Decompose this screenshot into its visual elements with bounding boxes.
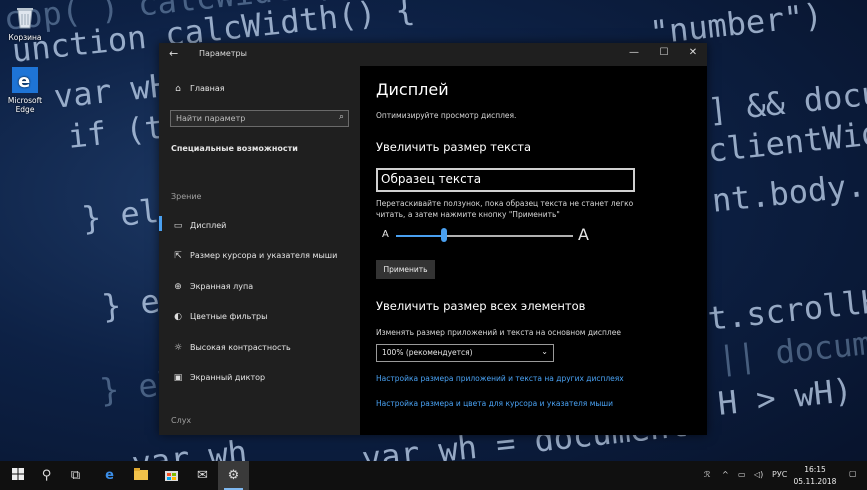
- recycle-bin-icon: [11, 4, 39, 30]
- cursor-icon: ⇱: [174, 251, 182, 261]
- taskbar-store[interactable]: [156, 461, 187, 490]
- sidebar-section-hearing: Слух: [171, 416, 192, 425]
- taskbar-settings[interactable]: ⚙: [218, 461, 249, 490]
- settings-window: ← Параметры — ☐ ✕ ⌂ Главная ⌕ Специальные…: [159, 43, 707, 435]
- active-indicator: [159, 216, 162, 231]
- wallpaper-code-line: if (t: [66, 107, 166, 156]
- slider-thumb[interactable]: [440, 228, 447, 242]
- scale-description: Изменять размер приложений и текста на о…: [376, 328, 621, 337]
- sidebar-item-label: Размер курсора и указателя мыши: [190, 251, 338, 260]
- notifications-icon[interactable]: ▢: [849, 469, 857, 478]
- taskbar: ⚲ ⧉ e ✉ ⚙ ℛ ^ ▭ ◁) РУС 16:15 05.11.2018 …: [0, 461, 867, 490]
- maximize-button[interactable]: ☐: [657, 47, 671, 58]
- wallpaper-code-line: } el: [80, 191, 161, 238]
- sidebar-item-display[interactable]: ▭ Дисплей: [171, 221, 227, 231]
- clock-date[interactable]: 05.11.2018: [791, 477, 839, 486]
- sidebar-item-label: Дисплей: [190, 221, 227, 230]
- clock-time[interactable]: 16:15: [797, 465, 833, 474]
- sidebar-home-label: Главная: [190, 84, 225, 93]
- sample-text-box: Образец текста: [376, 168, 635, 192]
- slider-fill: [396, 235, 444, 237]
- taskbar-mail[interactable]: ✉: [187, 461, 218, 490]
- sidebar-category-title: Специальные возможности: [171, 144, 298, 153]
- edge-icon: e: [12, 67, 38, 93]
- sidebar-item-narrator[interactable]: ▣ Экранный диктор: [171, 373, 265, 383]
- task-view-button[interactable]: ⧉: [60, 461, 91, 490]
- sample-text: Образец текста: [381, 172, 482, 186]
- wallpaper-code-line: } e: [100, 281, 162, 326]
- display-icon: ▭: [173, 221, 183, 231]
- text-size-slider[interactable]: A A: [376, 225, 596, 246]
- chevron-up-icon[interactable]: ^: [722, 470, 729, 479]
- window-titlebar[interactable]: ← Параметры — ☐ ✕: [159, 43, 707, 66]
- network-icon[interactable]: ▭: [738, 470, 746, 479]
- language-indicator[interactable]: РУС: [772, 470, 787, 479]
- edge-icon: e: [105, 468, 114, 483]
- back-arrow-icon[interactable]: ←: [169, 47, 178, 60]
- window-title: Параметры: [199, 49, 247, 58]
- link-other-displays[interactable]: Настройка размера приложений и текста на…: [376, 374, 624, 383]
- category-title-text: Специальные возможности: [171, 144, 298, 153]
- link-cursor-settings[interactable]: Настройка размера и цвета для курсора и …: [376, 399, 613, 408]
- sidebar-section-vision: Зрение: [171, 192, 202, 201]
- sidebar-item-cursor[interactable]: ⇱ Размер курсора и указателя мыши: [171, 251, 337, 261]
- slider-large-a-label: A: [578, 225, 589, 244]
- taskbar-edge[interactable]: e: [94, 461, 125, 490]
- close-button[interactable]: ✕: [686, 47, 700, 58]
- desktop-icon-edge[interactable]: e Microsoft Edge: [0, 67, 50, 114]
- scale-heading: Увеличить размер всех элементов: [376, 299, 586, 313]
- settings-gear-icon: ⚙: [227, 468, 240, 483]
- settings-search-box[interactable]: ⌕: [170, 110, 349, 127]
- mail-icon: ✉: [197, 468, 208, 483]
- color-filter-icon: ◐: [174, 312, 182, 322]
- sidebar-home[interactable]: ⌂ Главная: [171, 84, 225, 94]
- minimize-button[interactable]: —: [627, 47, 641, 58]
- sidebar-item-label: Экранный диктор: [190, 373, 266, 382]
- settings-content: Дисплей Оптимизируйте просмотр дисплея. …: [361, 66, 707, 435]
- search-input[interactable]: [176, 113, 326, 124]
- sidebar-item-color-filters[interactable]: ◐ Цветные фильтры: [171, 312, 267, 322]
- file-explorer-icon: [133, 468, 148, 484]
- settings-sidebar: ⌂ Главная ⌕ Специальные возможности Зрени…: [159, 66, 360, 435]
- narrator-icon: ▣: [173, 373, 183, 383]
- sidebar-item-label: Высокая контрастность: [190, 343, 291, 352]
- text-size-heading: Увеличить размер текста: [376, 140, 532, 154]
- sidebar-item-magnifier[interactable]: ⊕ Экранная лупа: [171, 282, 253, 292]
- contrast-icon: ☼: [173, 343, 183, 353]
- start-button[interactable]: [2, 461, 33, 490]
- taskbar-file-explorer[interactable]: [125, 461, 156, 490]
- search-icon[interactable]: ⌕: [339, 112, 344, 122]
- page-title: Дисплей: [376, 80, 449, 99]
- search-icon: ⚲: [41, 468, 52, 483]
- slider-small-a-label: A: [382, 229, 389, 240]
- instructions-line: читать, а затем нажмите кнопку "Применит…: [376, 210, 560, 219]
- sidebar-item-label: Цветные фильтры: [190, 312, 268, 321]
- sidebar-item-high-contrast[interactable]: ☼ Высокая контрастность: [171, 343, 291, 353]
- home-icon: ⌂: [175, 84, 181, 94]
- desktop-icon-label: Корзина: [8, 33, 42, 42]
- instructions-line: Перетаскивайте ползунок, пока образец те…: [376, 199, 634, 208]
- apply-button[interactable]: Применить: [376, 260, 435, 279]
- windows-start-icon: [11, 468, 24, 484]
- chevron-down-icon: ⌄: [541, 347, 548, 356]
- taskbar-search[interactable]: ⚲: [31, 461, 62, 490]
- people-icon[interactable]: ℛ: [704, 470, 710, 479]
- desktop-icon-recycle-bin[interactable]: Корзина: [0, 4, 50, 42]
- desktop-icon-label: Microsoft Edge: [7, 96, 43, 114]
- task-view-icon: ⧉: [70, 468, 81, 483]
- sidebar-item-label: Экранная лупа: [190, 282, 254, 291]
- wallpaper-code-line: H > wH): [716, 370, 855, 423]
- scale-dropdown-value: 100% (рекомендуется): [382, 348, 473, 357]
- store-icon: [165, 468, 178, 485]
- magnifier-icon: ⊕: [174, 282, 182, 292]
- svg-text:e: e: [18, 71, 30, 92]
- volume-icon[interactable]: ◁): [754, 470, 763, 479]
- text-size-instructions: Перетаскивайте ползунок, пока образец те…: [376, 198, 633, 220]
- scale-dropdown[interactable]: 100% (рекомендуется) ⌄: [376, 344, 554, 362]
- page-subtitle: Оптимизируйте просмотр дисплея.: [376, 111, 517, 120]
- wallpaper-code-line: nt.body.c: [710, 163, 867, 220]
